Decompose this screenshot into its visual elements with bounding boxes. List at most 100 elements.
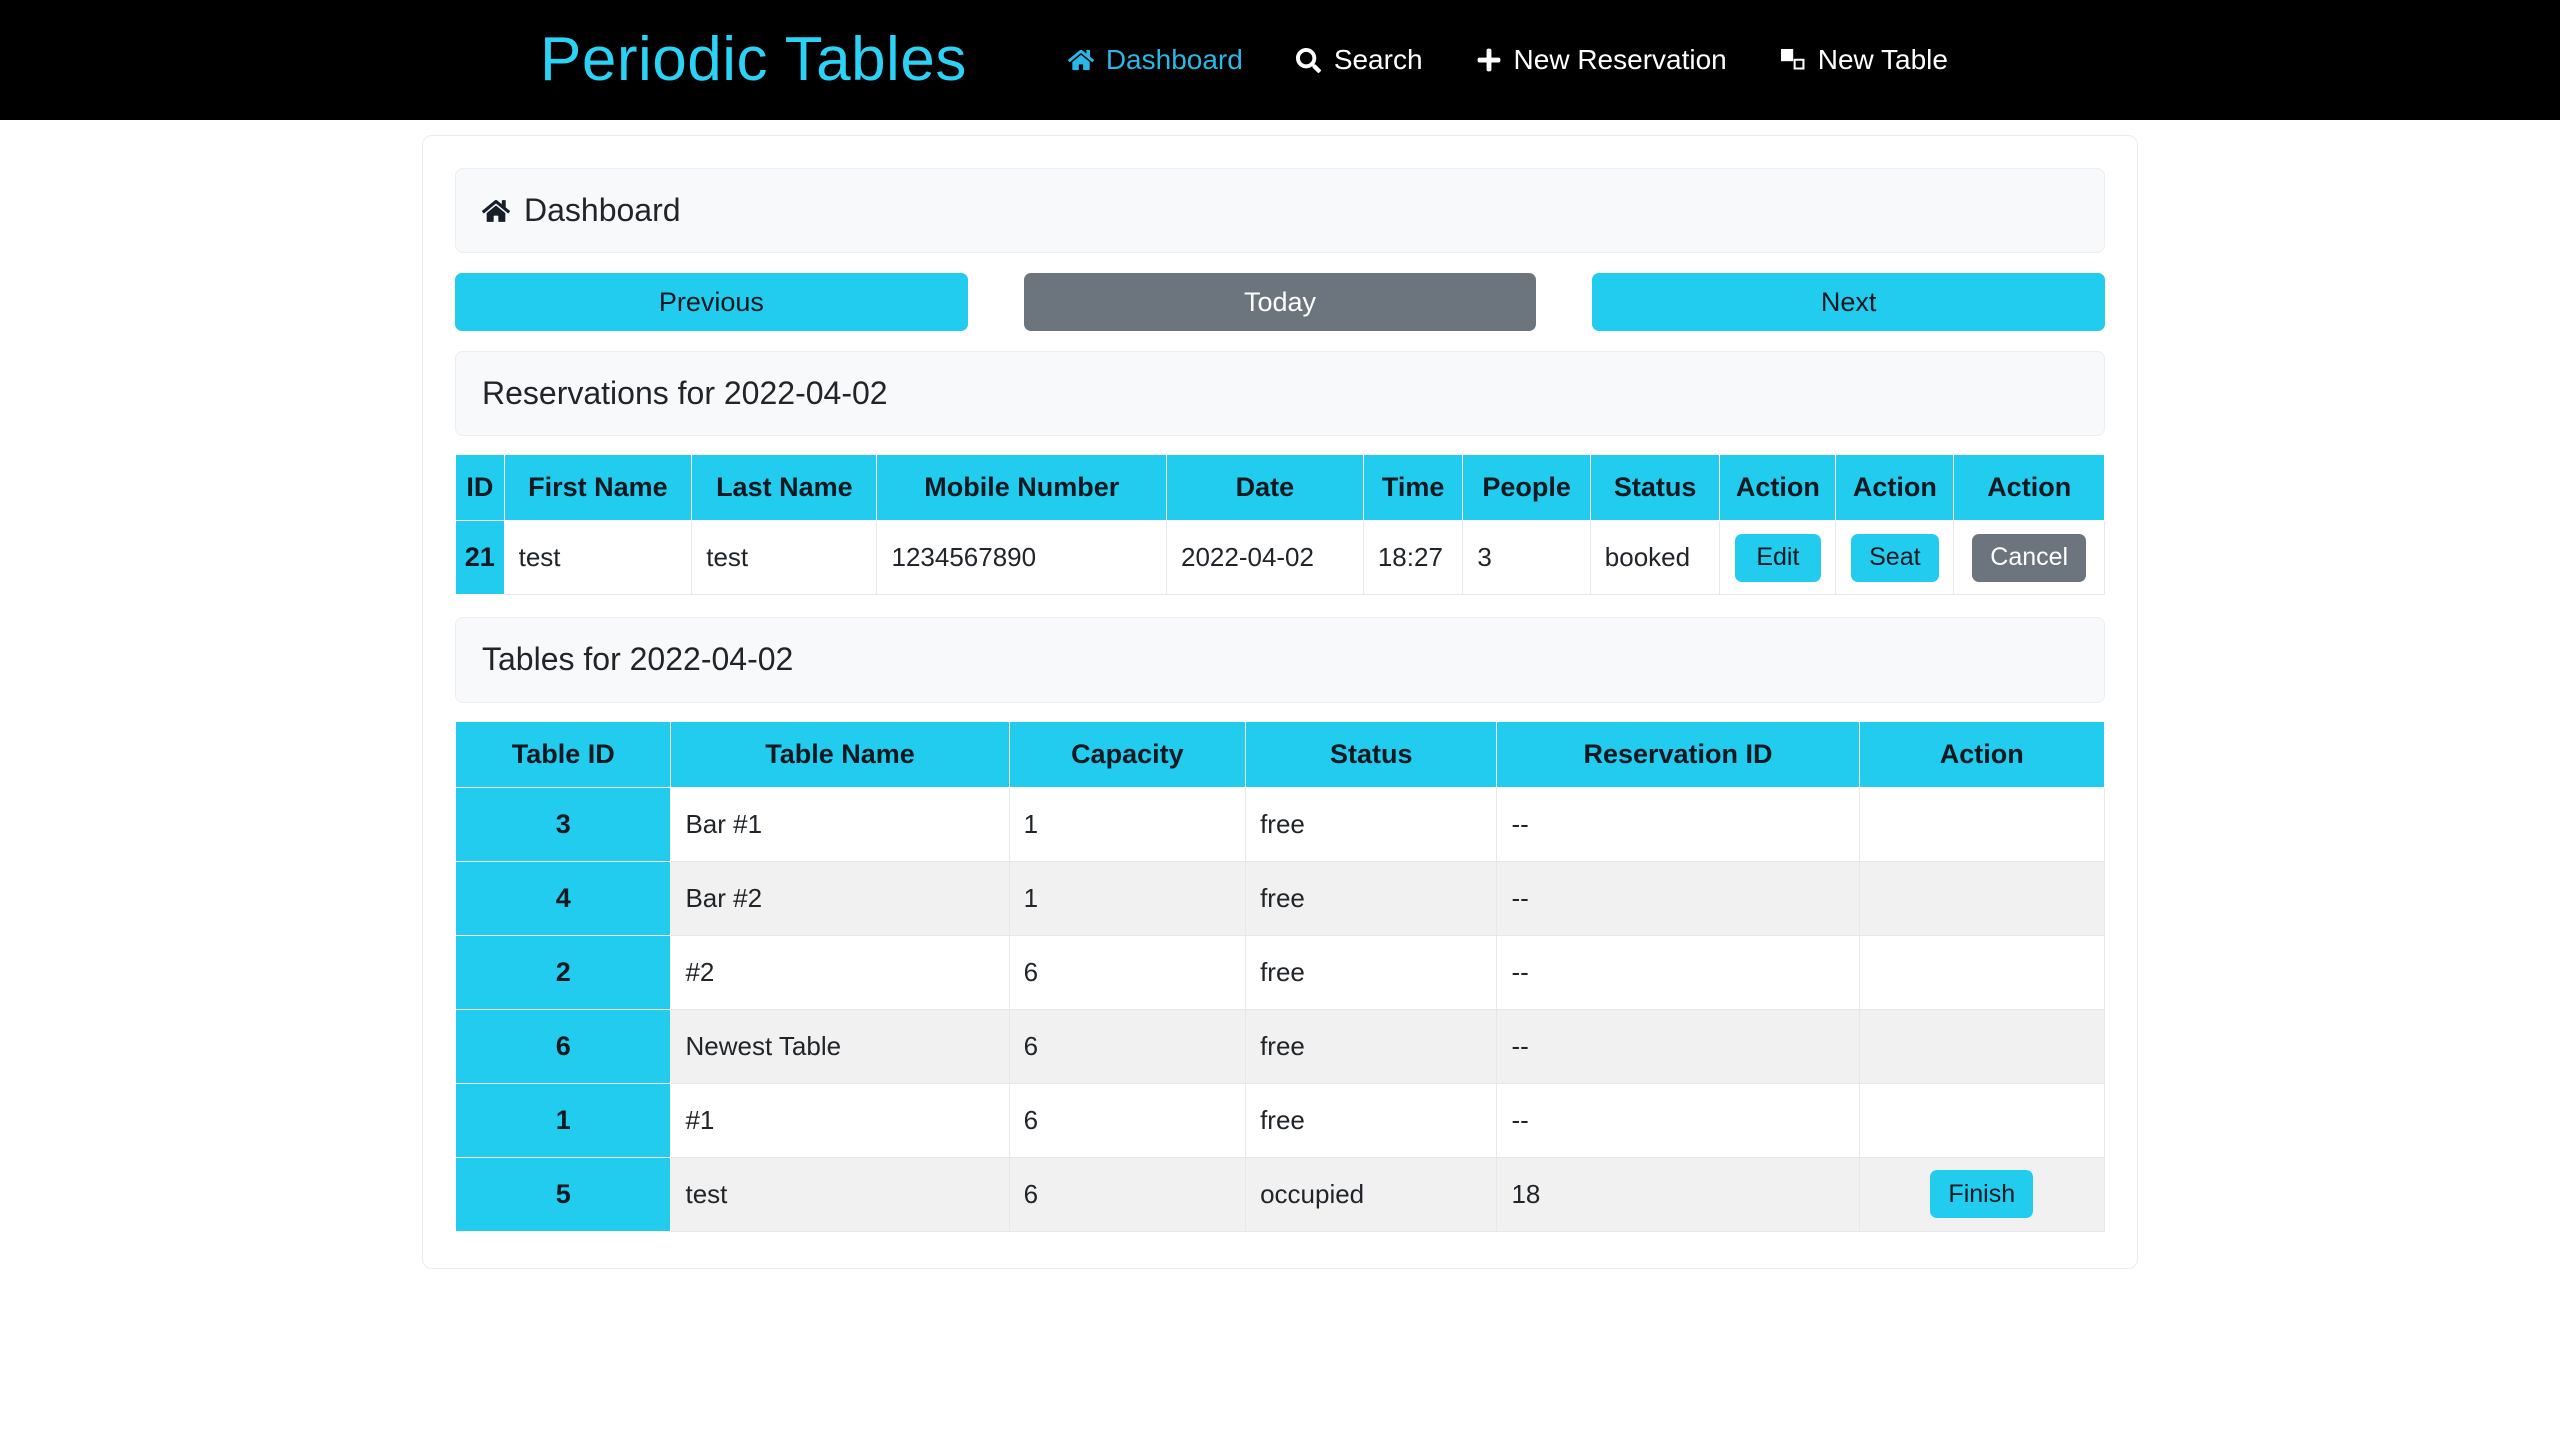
tables-heading: Tables for 2022-04-02: [482, 641, 794, 678]
table-status: free: [1245, 1008, 1498, 1084]
table-capacity: 6: [1008, 934, 1247, 1010]
col-date: Date: [1165, 454, 1364, 522]
brand-title: Periodic Tables: [540, 25, 967, 94]
reservation-date: 2022-04-02: [1165, 520, 1364, 596]
col-time: Time: [1362, 454, 1464, 522]
col-mobile-number: Mobile Number: [876, 454, 1167, 522]
cancel-button[interactable]: Cancel: [1972, 533, 2087, 582]
table-row: 1 #1 6 free --: [454, 1082, 2106, 1158]
home-icon: [1067, 46, 1095, 74]
col-action-seat: Action: [1835, 454, 1955, 522]
table-action-cell: Finish: [1858, 1156, 2106, 1232]
col-table-id: Table ID: [454, 720, 672, 788]
table-action-cell: [1858, 1082, 2106, 1158]
tables-table-body: 3 Bar #1 1 free -- 4 Bar #2 1 free -- 2 #2 6 free -- 6 N…: [454, 786, 2106, 1232]
finish-button[interactable]: Finish: [1930, 1170, 2034, 1219]
col-reservation-id: Reservation ID: [1496, 720, 1860, 788]
date-navigation: Previous Today Next: [455, 273, 2106, 332]
table-id: 5: [454, 1156, 672, 1232]
col-table-status: Status: [1245, 720, 1498, 788]
table-reservation-id: --: [1496, 860, 1860, 936]
table-action-cell: [1858, 860, 2106, 936]
nav-link-dashboard-label: Dashboard: [1105, 44, 1243, 75]
col-people: People: [1462, 454, 1591, 522]
nav-link-new-table[interactable]: New Table: [1779, 44, 1948, 76]
reservations-table-head: ID First Name Last Name Mobile Number Da…: [455, 454, 2105, 522]
nav-link-new-reservation[interactable]: New Reservation: [1475, 44, 1727, 76]
table-id: 2: [454, 934, 672, 1010]
table-capacity: 1: [1008, 860, 1247, 936]
reservation-mobile-number: 1234567890: [876, 520, 1167, 596]
reservation-cancel-cell: Cancel: [1953, 520, 2105, 596]
table-row: 5 test 6 occupied 18 Finish: [454, 1156, 2106, 1232]
table-name: #2: [670, 934, 1010, 1010]
col-id: ID: [455, 454, 505, 522]
reservations-heading-panel: Reservations for 2022-04-02: [455, 351, 2105, 437]
primary-nav: Dashboard Search New Reservation New Tab…: [1067, 44, 1948, 76]
table-name: #1: [670, 1082, 1010, 1158]
table-name: Newest Table: [670, 1008, 1010, 1084]
col-first-name: First Name: [503, 454, 693, 522]
table-name: Bar #1: [670, 786, 1010, 862]
table-action-cell: [1858, 934, 2106, 1010]
reservation-time: 18:27: [1362, 520, 1464, 596]
table-row: 6 Newest Table 6 free --: [454, 1008, 2106, 1084]
tables-heading-panel: Tables for 2022-04-02: [455, 617, 2105, 703]
col-capacity: Capacity: [1008, 720, 1247, 788]
search-icon: [1295, 46, 1323, 74]
tables-header-row: Table ID Table Name Capacity Status Rese…: [454, 720, 2106, 788]
edit-button[interactable]: Edit: [1734, 533, 1821, 582]
page-title: Dashboard: [524, 192, 681, 228]
table-name: Bar #2: [670, 860, 1010, 936]
reservations-header-row: ID First Name Last Name Mobile Number Da…: [455, 454, 2105, 522]
reservation-last-name: test: [691, 520, 878, 596]
nav-link-search-label: Search: [1333, 44, 1423, 75]
table-capacity: 6: [1008, 1082, 1247, 1158]
nav-link-search[interactable]: Search: [1295, 44, 1423, 76]
nav-link-new-table-label: New Table: [1817, 44, 1948, 75]
table-row: 3 Bar #1 1 free --: [454, 786, 2106, 862]
seat-button[interactable]: Seat: [1851, 533, 1939, 582]
reservations-table: ID First Name Last Name Mobile Number Da…: [455, 454, 2105, 596]
table-capacity: 1: [1008, 786, 1247, 862]
table-capacity: 6: [1008, 1008, 1247, 1084]
table-status: free: [1245, 786, 1498, 862]
table-reservation-id: --: [1496, 1082, 1860, 1158]
table-id: 3: [454, 786, 672, 862]
clone-icon: [1779, 46, 1807, 74]
reservation-people: 3: [1462, 520, 1591, 596]
tables-table: Table ID Table Name Capacity Status Rese…: [454, 720, 2106, 1232]
table-action-cell: [1858, 1008, 2106, 1084]
col-action-edit: Action: [1719, 454, 1837, 522]
next-day-button[interactable]: Next: [1592, 273, 2106, 332]
table-row: 4 Bar #2 1 free --: [454, 860, 2106, 936]
page-title-panel: Dashboard: [455, 168, 2105, 254]
table-reservation-id: 18: [1496, 1156, 1860, 1232]
col-action-cancel: Action: [1953, 454, 2105, 522]
previous-day-button[interactable]: Previous: [455, 273, 968, 332]
table-id: 4: [454, 860, 672, 936]
col-last-name: Last Name: [691, 454, 878, 522]
reservation-edit-cell: Edit: [1719, 520, 1837, 596]
col-table-name: Table Name: [670, 720, 1010, 788]
table-status: free: [1245, 934, 1498, 1010]
tables-table-head: Table ID Table Name Capacity Status Rese…: [454, 720, 2106, 788]
tables-table-wrapper: Table ID Table Name Capacity Status Rese…: [454, 720, 2106, 1232]
nav-link-dashboard[interactable]: Dashboard: [1067, 44, 1243, 76]
table-action-cell: [1858, 786, 2106, 862]
col-table-action: Action: [1858, 720, 2106, 788]
table-reservation-id: --: [1496, 934, 1860, 1010]
reservation-status: booked: [1589, 520, 1721, 596]
table-row: 21 test test 1234567890 2022-04-02 18:27…: [455, 520, 2105, 596]
today-button[interactable]: Today: [1023, 273, 1537, 332]
reservations-heading: Reservations for 2022-04-02: [482, 375, 888, 412]
page-wrapper: Dashboard Previous Today Next Reservatio…: [0, 120, 2560, 1269]
table-status: free: [1245, 1082, 1498, 1158]
table-status: free: [1245, 860, 1498, 936]
reservation-seat-cell: Seat: [1835, 520, 1955, 596]
top-navbar: Periodic Tables Dashboard Search New Res…: [0, 0, 2560, 120]
nav-link-new-reservation-label: New Reservation: [1513, 44, 1727, 75]
plus-icon: [1475, 46, 1503, 74]
table-id: 1: [454, 1082, 672, 1158]
dashboard-card: Dashboard Previous Today Next Reservatio…: [422, 135, 2138, 1269]
